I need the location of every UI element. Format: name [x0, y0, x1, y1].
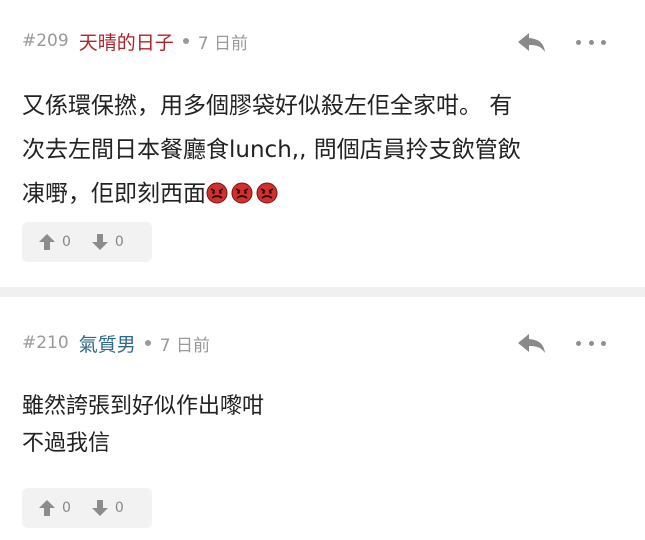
- downvote-count: 0: [114, 234, 124, 250]
- separator-dot: [144, 340, 151, 346]
- comment-header: #210 氣質男 7 日前: [22, 330, 210, 356]
- thumb-up-arrow-icon: [39, 234, 55, 250]
- timestamp: 7 日前: [159, 335, 210, 356]
- reply-button[interactable]: [516, 30, 548, 54]
- vote-bar: 0 0: [22, 488, 152, 528]
- comment-line: 凍嘢，佢即刻西面: [22, 172, 622, 216]
- more-dot-icon: [576, 39, 581, 45]
- username-link[interactable]: 天晴的日子: [79, 28, 174, 55]
- comment-209: #209 天晴的日子 7 日前 又係環保撚，用多個膠袋好似殺左佢全家咁。 有 次…: [0, 0, 645, 287]
- timestamp: 7 日前: [197, 33, 248, 54]
- upvote-count: 0: [62, 500, 71, 516]
- comment-line: 次去左間日本餐廳食lunch,, 問個店員拎支飲管飲: [22, 137, 521, 163]
- downvote-count: 0: [114, 500, 124, 516]
- comment-divider: [0, 287, 645, 297]
- vote-bar: 0 0: [22, 222, 152, 262]
- comment-body: 又係環保撚，用多個膠袋好似殺左佢全家咁。 有 次去左間日本餐廳食lunch,, …: [22, 84, 622, 216]
- reply-icon: [518, 33, 545, 52]
- thumb-down-arrow-icon: [91, 500, 108, 516]
- more-dot-icon: [588, 340, 594, 346]
- reply-icon: [518, 334, 545, 353]
- upvote-button[interactable]: 0: [38, 233, 71, 251]
- more-options-button[interactable]: [576, 334, 606, 352]
- comment-line: 又係環保撚，用多個膠袋好似殺左佢全家咁。 有: [22, 93, 513, 119]
- comment-line-text: 凍嘢，佢即刻西面: [22, 181, 206, 207]
- downvote-button[interactable]: 0: [91, 499, 124, 517]
- more-dot-icon: [576, 340, 581, 346]
- separator-dot: [182, 38, 189, 44]
- more-dot-icon: [588, 39, 594, 45]
- upvote-button[interactable]: 0: [38, 499, 71, 517]
- downvote-button[interactable]: 0: [91, 233, 124, 251]
- thumb-down-arrow-icon: [91, 234, 108, 250]
- thumb-up-arrow-icon: [39, 500, 55, 516]
- angry-face-icon: [206, 182, 228, 204]
- more-dot-icon: [601, 39, 606, 45]
- upvote-count: 0: [62, 234, 71, 250]
- angry-face-icon: [256, 182, 278, 204]
- reply-button[interactable]: [516, 331, 548, 355]
- comment-number: #209: [22, 31, 69, 51]
- comment-header: #209 天晴的日子 7 日前: [22, 28, 248, 54]
- comment-number: #210: [22, 333, 69, 353]
- angry-face-icon: [231, 182, 253, 204]
- more-dot-icon: [601, 340, 606, 346]
- more-options-button[interactable]: [576, 33, 606, 51]
- username-link[interactable]: 氣質男: [79, 330, 136, 357]
